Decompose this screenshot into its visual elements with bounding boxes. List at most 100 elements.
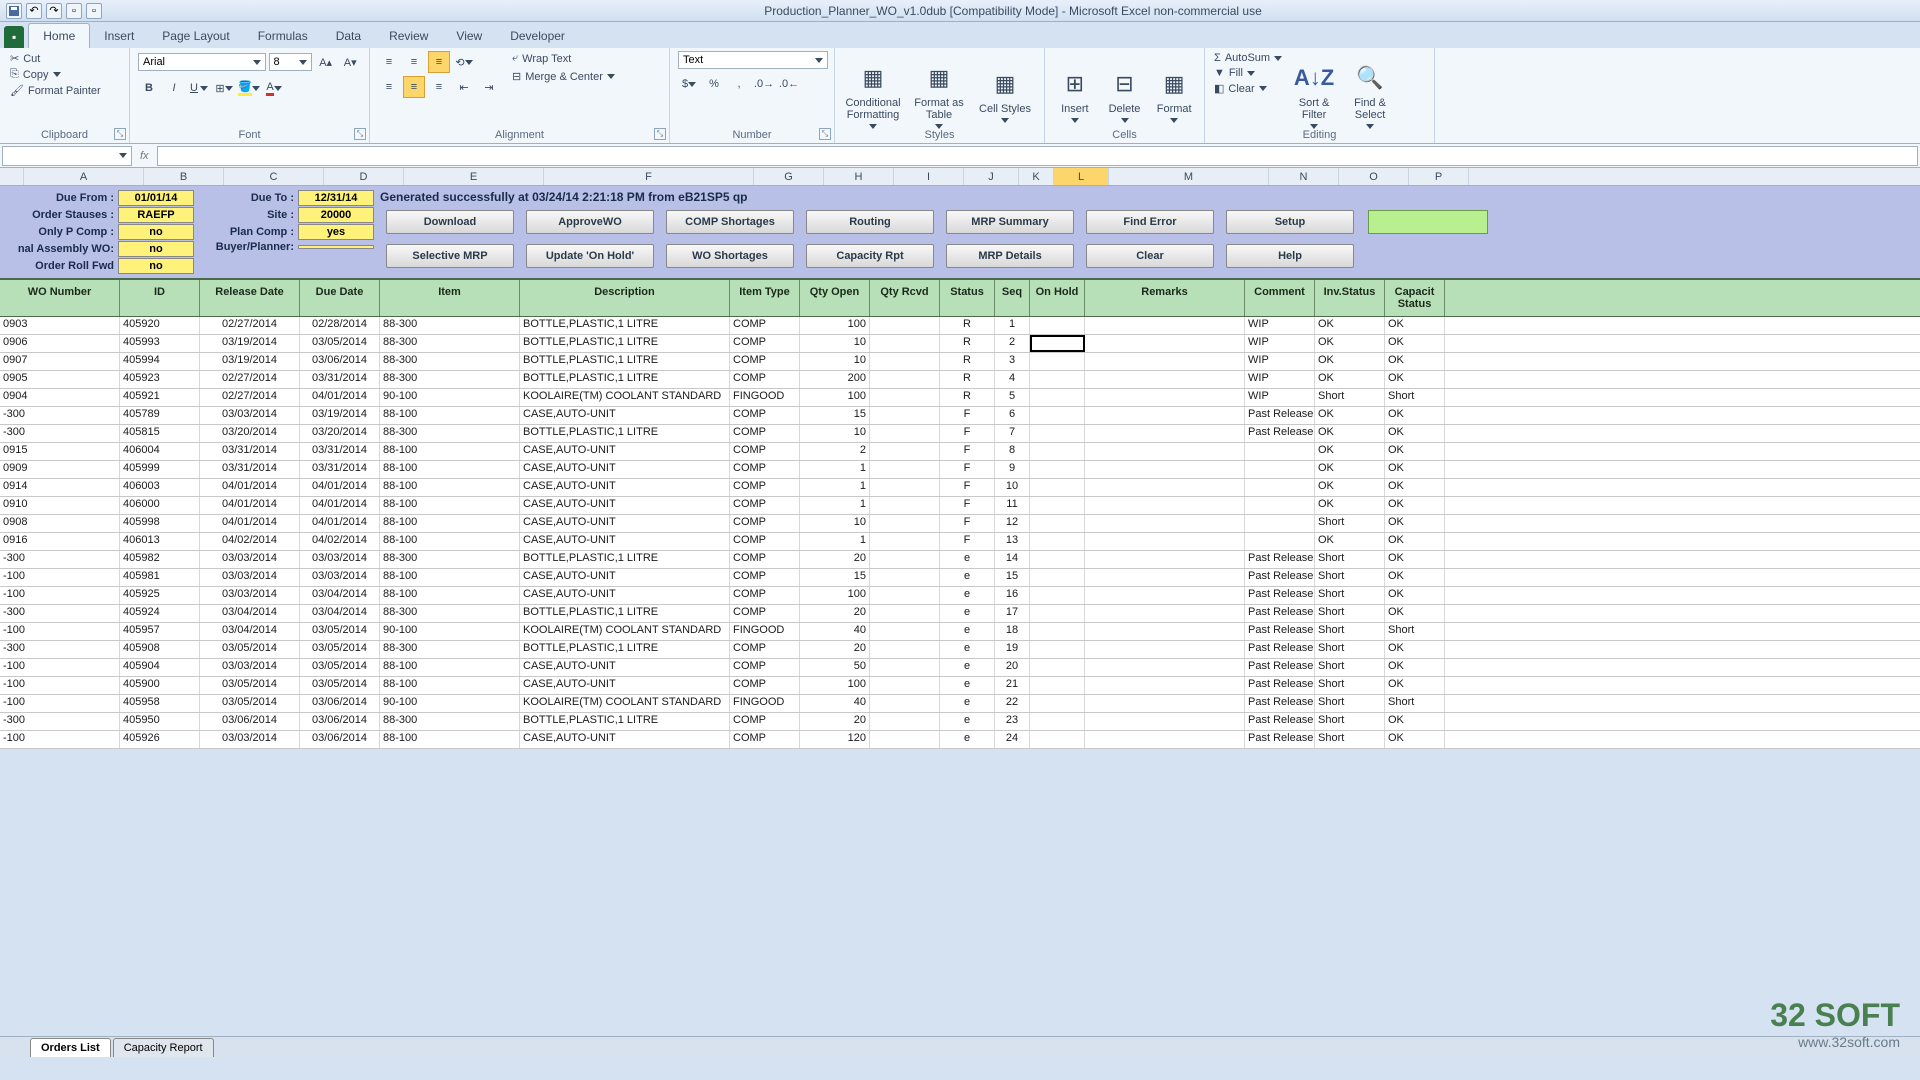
table-cell[interactable]: F	[940, 533, 995, 550]
table-cell[interactable]	[1085, 335, 1245, 352]
selective-mrp-button[interactable]: Selective MRP	[386, 244, 514, 268]
delete-button[interactable]: ⊟Delete	[1103, 51, 1147, 140]
table-cell[interactable]: -300	[0, 713, 120, 730]
table-cell[interactable]: F	[940, 425, 995, 442]
table-cell[interactable]: 04/01/2014	[200, 479, 300, 496]
table-cell[interactable]: COMP	[730, 479, 800, 496]
font-name-combo[interactable]: Arial	[138, 53, 266, 71]
qa-icon[interactable]: ▫	[86, 3, 102, 19]
table-cell[interactable]: R	[940, 317, 995, 334]
table-cell[interactable]: 88-300	[380, 353, 520, 370]
table-cell[interactable]: 405957	[120, 623, 200, 640]
table-cell[interactable]: 40	[800, 623, 870, 640]
autosum-button[interactable]: ΣAutoSum	[1213, 51, 1283, 65]
table-cell[interactable]: 405982	[120, 551, 200, 568]
table-cell[interactable]	[1030, 389, 1085, 406]
table-cell[interactable]: COMP	[730, 335, 800, 352]
table-cell[interactable]: COMP	[730, 317, 800, 334]
table-cell[interactable]: 10	[800, 425, 870, 442]
table-cell[interactable]: F	[940, 407, 995, 424]
table-cell[interactable]	[1030, 461, 1085, 478]
table-cell[interactable]: BOTTLE,PLASTIC,1 LITRE	[520, 713, 730, 730]
table-cell[interactable]	[1030, 335, 1085, 352]
table-cell[interactable]: 03/03/2014	[200, 407, 300, 424]
table-cell[interactable]: 88-300	[380, 317, 520, 334]
table-cell[interactable]: e	[940, 731, 995, 748]
dialog-launcher-icon[interactable]: ⤡	[354, 128, 366, 140]
table-header[interactable]: Release Date	[200, 280, 300, 316]
due-to-value[interactable]: 12/31/14	[298, 190, 374, 206]
table-cell[interactable]	[1085, 317, 1245, 334]
table-cell[interactable]: 405921	[120, 389, 200, 406]
table-cell[interactable]: 88-100	[380, 515, 520, 532]
table-cell[interactable]: Short	[1315, 641, 1385, 658]
table-cell[interactable]: 03/20/2014	[200, 425, 300, 442]
table-cell[interactable]: 02/27/2014	[200, 317, 300, 334]
table-cell[interactable]: BOTTLE,PLASTIC,1 LITRE	[520, 317, 730, 334]
table-cell[interactable]: 15	[800, 407, 870, 424]
tab-insert[interactable]: Insert	[90, 24, 148, 48]
table-cell[interactable]: 405904	[120, 659, 200, 676]
table-cell[interactable]	[870, 317, 940, 334]
table-cell[interactable]	[870, 641, 940, 658]
buyer-planner-value[interactable]	[298, 245, 374, 249]
table-cell[interactable]: Past Release	[1245, 641, 1315, 658]
table-cell[interactable]: 90-100	[380, 623, 520, 640]
align-top-icon[interactable]: ≡	[378, 51, 400, 73]
table-cell[interactable]: 100	[800, 317, 870, 334]
table-cell[interactable]	[1030, 407, 1085, 424]
align-bottom-icon[interactable]: ≡	[428, 51, 450, 73]
table-cell[interactable]: 405998	[120, 515, 200, 532]
table-cell[interactable]: COMP	[730, 461, 800, 478]
orientation-icon[interactable]: ⟲	[453, 51, 475, 73]
table-cell[interactable]	[1030, 515, 1085, 532]
table-header[interactable]: Qty Open	[800, 280, 870, 316]
table-cell[interactable]	[1030, 317, 1085, 334]
table-cell[interactable]: 03/20/2014	[300, 425, 380, 442]
table-cell[interactable]	[870, 371, 940, 388]
table-header[interactable]: Item Type	[730, 280, 800, 316]
table-header[interactable]: Comment	[1245, 280, 1315, 316]
table-cell[interactable]: 03/19/2014	[300, 407, 380, 424]
table-cell[interactable]: 3	[995, 353, 1030, 370]
table-cell[interactable]: 88-300	[380, 641, 520, 658]
italic-button[interactable]: I	[163, 77, 185, 99]
table-cell[interactable]	[1245, 533, 1315, 550]
order-roll-value[interactable]: no	[118, 258, 194, 274]
table-cell[interactable]	[870, 479, 940, 496]
table-cell[interactable]: 03/05/2014	[200, 677, 300, 694]
table-cell[interactable]: 03/06/2014	[300, 353, 380, 370]
sort-filter-button[interactable]: A↓ZSort & Filter	[1289, 51, 1339, 140]
setup-button[interactable]: Setup	[1226, 210, 1354, 234]
table-cell[interactable]: 88-100	[380, 479, 520, 496]
table-cell[interactable]: 03/03/2014	[200, 551, 300, 568]
table-cell[interactable]: 03/04/2014	[200, 623, 300, 640]
currency-icon[interactable]: $	[678, 73, 700, 95]
table-cell[interactable]: 14	[995, 551, 1030, 568]
table-cell[interactable]: OK	[1315, 317, 1385, 334]
table-cell[interactable]	[1030, 713, 1085, 730]
table-cell[interactable]: 0904	[0, 389, 120, 406]
table-cell[interactable]: 03/04/2014	[300, 605, 380, 622]
table-cell[interactable]: Past Release	[1245, 425, 1315, 442]
table-cell[interactable]: -300	[0, 641, 120, 658]
number-format-combo[interactable]: Text	[678, 51, 828, 69]
tab-developer[interactable]: Developer	[496, 24, 579, 48]
wo-shortages-button[interactable]: WO Shortages	[666, 244, 794, 268]
table-cell[interactable]	[1085, 443, 1245, 460]
table-cell[interactable]: COMP	[730, 353, 800, 370]
table-cell[interactable]: 405981	[120, 569, 200, 586]
table-cell[interactable]: 10	[800, 353, 870, 370]
table-cell[interactable]: WIP	[1245, 353, 1315, 370]
table-cell[interactable]	[1245, 461, 1315, 478]
table-cell[interactable]: BOTTLE,PLASTIC,1 LITRE	[520, 425, 730, 442]
table-cell[interactable]: 88-300	[380, 371, 520, 388]
table-cell[interactable]: F	[940, 443, 995, 460]
table-cell[interactable]: Past Release	[1245, 731, 1315, 748]
table-cell[interactable]: 40	[800, 695, 870, 712]
table-header[interactable]: Description	[520, 280, 730, 316]
table-cell[interactable]: e	[940, 695, 995, 712]
tab-home[interactable]: Home	[28, 23, 90, 48]
table-cell[interactable]: 03/03/2014	[200, 659, 300, 676]
table-cell[interactable]: OK	[1385, 551, 1445, 568]
